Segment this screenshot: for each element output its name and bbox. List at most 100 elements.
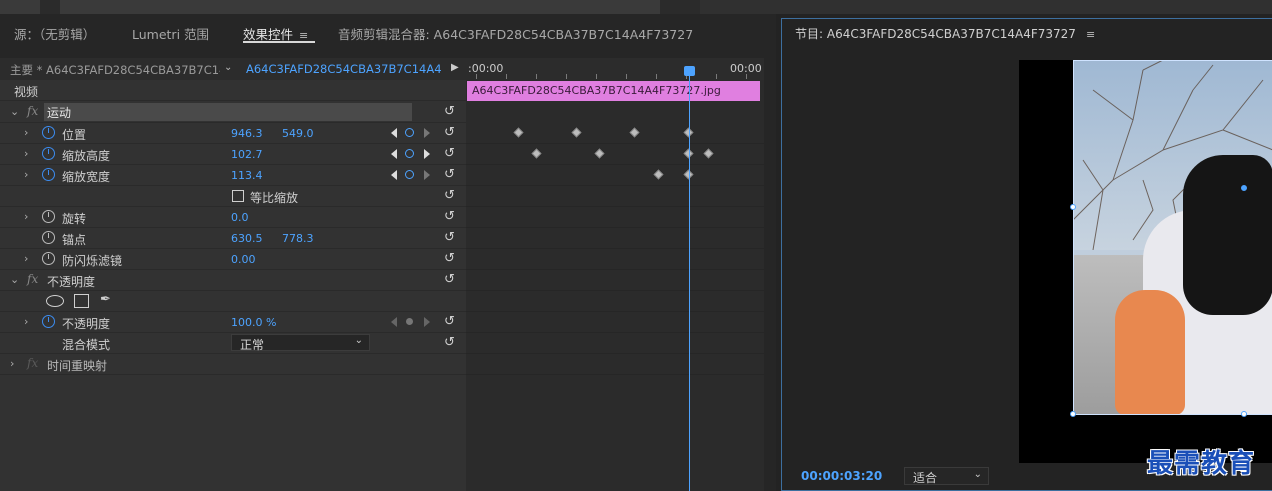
chevron-right-icon[interactable]: › — [24, 147, 28, 160]
play-triangle-icon[interactable]: ▶ — [451, 62, 459, 73]
chevron-right-icon[interactable]: › — [24, 252, 28, 265]
effect-time-remap[interactable]: › fx 时间重映射 — [0, 354, 466, 375]
add-keyframe-icon[interactable] — [405, 149, 414, 158]
uniform-scale-checkbox[interactable] — [232, 190, 244, 202]
position-x-value[interactable]: 946.3 — [231, 127, 263, 140]
next-keyframe-icon[interactable] — [424, 170, 430, 180]
rotation-label: 旋转 — [62, 212, 87, 226]
keyframe[interactable] — [594, 148, 605, 159]
reset-icon[interactable]: ↺ — [444, 104, 455, 119]
master-clip-label[interactable]: 主要 * A64C3FAFD28C54CBA37B7C14... — [10, 62, 220, 78]
stopwatch-icon[interactable] — [42, 210, 55, 223]
prev-keyframe-icon[interactable] — [391, 149, 397, 159]
stopwatch-icon[interactable] — [42, 147, 55, 160]
anti-flicker-value[interactable]: 0.00 — [231, 253, 256, 266]
time-remap-label: 时间重映射 — [47, 359, 108, 373]
timeline-row — [466, 270, 764, 291]
opacity-value[interactable]: 100.0 % — [231, 316, 276, 329]
param-anti-flicker: › 防闪烁滤镜 0.00 ↺ — [0, 249, 466, 270]
blend-mode-select[interactable]: 正常 ⌄ — [231, 334, 370, 352]
chevron-right-icon[interactable]: › — [24, 126, 28, 139]
next-keyframe-icon[interactable] — [424, 149, 430, 159]
stopwatch-icon[interactable] — [42, 315, 55, 328]
blend-mode-value: 正常 — [240, 338, 265, 352]
keyframe[interactable] — [703, 148, 714, 159]
prev-keyframe-icon[interactable] — [391, 170, 397, 180]
keyframe[interactable] — [571, 127, 582, 138]
keyframe-navigator — [391, 128, 435, 139]
stopwatch-icon[interactable] — [42, 126, 55, 139]
position-y-value[interactable]: 549.0 — [282, 127, 314, 140]
stopwatch-icon[interactable] — [42, 168, 55, 181]
transform-bounding-box[interactable] — [1073, 60, 1272, 415]
ruler-ticks — [466, 74, 764, 80]
playhead-line[interactable] — [689, 66, 690, 491]
transform-handle[interactable] — [1241, 411, 1247, 417]
scale-width-label: 缩放宽度 — [62, 170, 111, 184]
reset-icon[interactable]: ↺ — [444, 335, 455, 350]
reset-icon[interactable]: ↺ — [444, 209, 455, 224]
tab-source[interactable]: 源：（无剪辑） — [14, 24, 95, 43]
reset-icon[interactable]: ↺ — [444, 230, 455, 245]
reset-icon[interactable]: ↺ — [444, 188, 455, 203]
next-keyframe-icon[interactable] — [424, 128, 430, 138]
fx-icon[interactable]: fx — [27, 104, 38, 118]
param-opacity: › 不透明度 100.0 % ↺ — [0, 312, 466, 333]
chevron-down-icon[interactable]: ⌄ — [224, 62, 232, 73]
time-ruler[interactable]: :00:00 00:00 — [466, 58, 764, 80]
menu-icon[interactable]: ≡ — [1086, 28, 1095, 41]
keyframe[interactable] — [513, 127, 524, 138]
chevron-right-icon[interactable]: › — [10, 357, 14, 370]
tab-audio-clip-mixer[interactable]: 音频剪辑混合器: A64C3FAFD28C54CBA37B7C14A4F7372… — [338, 24, 693, 43]
effect-opacity[interactable]: ⌄ fx 不透明度 ↺ — [0, 270, 466, 291]
chevron-down-icon: ⌄ — [973, 469, 982, 480]
motion-label: 运动 — [47, 106, 72, 120]
reset-icon[interactable]: ↺ — [444, 146, 455, 161]
chevron-down-icon[interactable]: ⌄ — [10, 105, 19, 118]
prev-keyframe-icon[interactable] — [391, 128, 397, 138]
anchor-x-value[interactable]: 630.5 — [231, 232, 263, 245]
fx-icon[interactable]: fx — [27, 272, 38, 286]
pen-mask-icon[interactable]: ✒ — [100, 292, 111, 307]
chevron-right-icon[interactable]: › — [24, 210, 28, 223]
chevron-down-icon[interactable]: ⌄ — [10, 273, 19, 286]
zoom-fit-select[interactable]: 适合 ⌄ — [904, 467, 989, 485]
tab-lumetri[interactable]: Lumetri 范围 — [132, 24, 209, 43]
add-keyframe-icon[interactable] — [406, 318, 413, 325]
motion-header-bar[interactable]: 运动 — [44, 103, 412, 121]
transform-handle[interactable] — [1070, 411, 1076, 417]
ellipse-mask-icon[interactable] — [46, 295, 64, 307]
scale-width-value[interactable]: 113.4 — [231, 169, 263, 182]
reset-icon[interactable]: ↺ — [444, 167, 455, 182]
rectangle-mask-icon[interactable] — [74, 294, 89, 308]
rotation-value[interactable]: 0.0 — [231, 211, 249, 224]
clip-bar[interactable]: A64C3FAFD28C54CBA37B7C14A4F73727.jpg — [467, 81, 760, 101]
effect-motion[interactable]: ⌄ fx 运动 ↺ — [0, 102, 466, 123]
stopwatch-icon[interactable] — [42, 252, 55, 265]
keyframe[interactable] — [531, 148, 542, 159]
keyframe[interactable] — [653, 169, 664, 180]
scale-height-value[interactable]: 102.7 — [231, 148, 263, 161]
reset-icon[interactable]: ↺ — [444, 272, 455, 287]
reset-icon[interactable]: ↺ — [444, 251, 455, 266]
timeline-row — [466, 249, 764, 270]
param-position: › 位置 946.3 549.0 ↺ — [0, 123, 466, 144]
anchor-y-value[interactable]: 778.3 — [282, 232, 314, 245]
timeline-row — [466, 228, 764, 249]
next-keyframe-icon[interactable] — [424, 317, 430, 327]
chevron-right-icon[interactable]: › — [24, 315, 28, 328]
keyframe[interactable] — [629, 127, 640, 138]
prev-keyframe-icon[interactable] — [391, 317, 397, 327]
chevron-right-icon[interactable]: › — [24, 168, 28, 181]
reset-icon[interactable]: ↺ — [444, 125, 455, 140]
sequence-clip-label[interactable]: A64C3FAFD28C54CBA37B7C14A4F7... — [246, 62, 442, 76]
transform-handle[interactable] — [1070, 204, 1076, 210]
stopwatch-icon[interactable] — [42, 231, 55, 244]
add-keyframe-icon[interactable] — [405, 128, 414, 137]
add-keyframe-icon[interactable] — [405, 170, 414, 179]
anchor-point-handle[interactable] — [1241, 185, 1247, 191]
reset-icon[interactable]: ↺ — [444, 314, 455, 329]
program-timecode[interactable]: 00:00:03:20 — [801, 469, 882, 483]
effect-controls-panel: 源：（无剪辑） Lumetri 范围 效果控件 ≡ 音频剪辑混合器: A64C3F… — [0, 14, 776, 491]
effect-timeline[interactable]: :00:00 00:00 A64C3FAFD28C54CBA37B7C14A4F… — [466, 58, 764, 491]
